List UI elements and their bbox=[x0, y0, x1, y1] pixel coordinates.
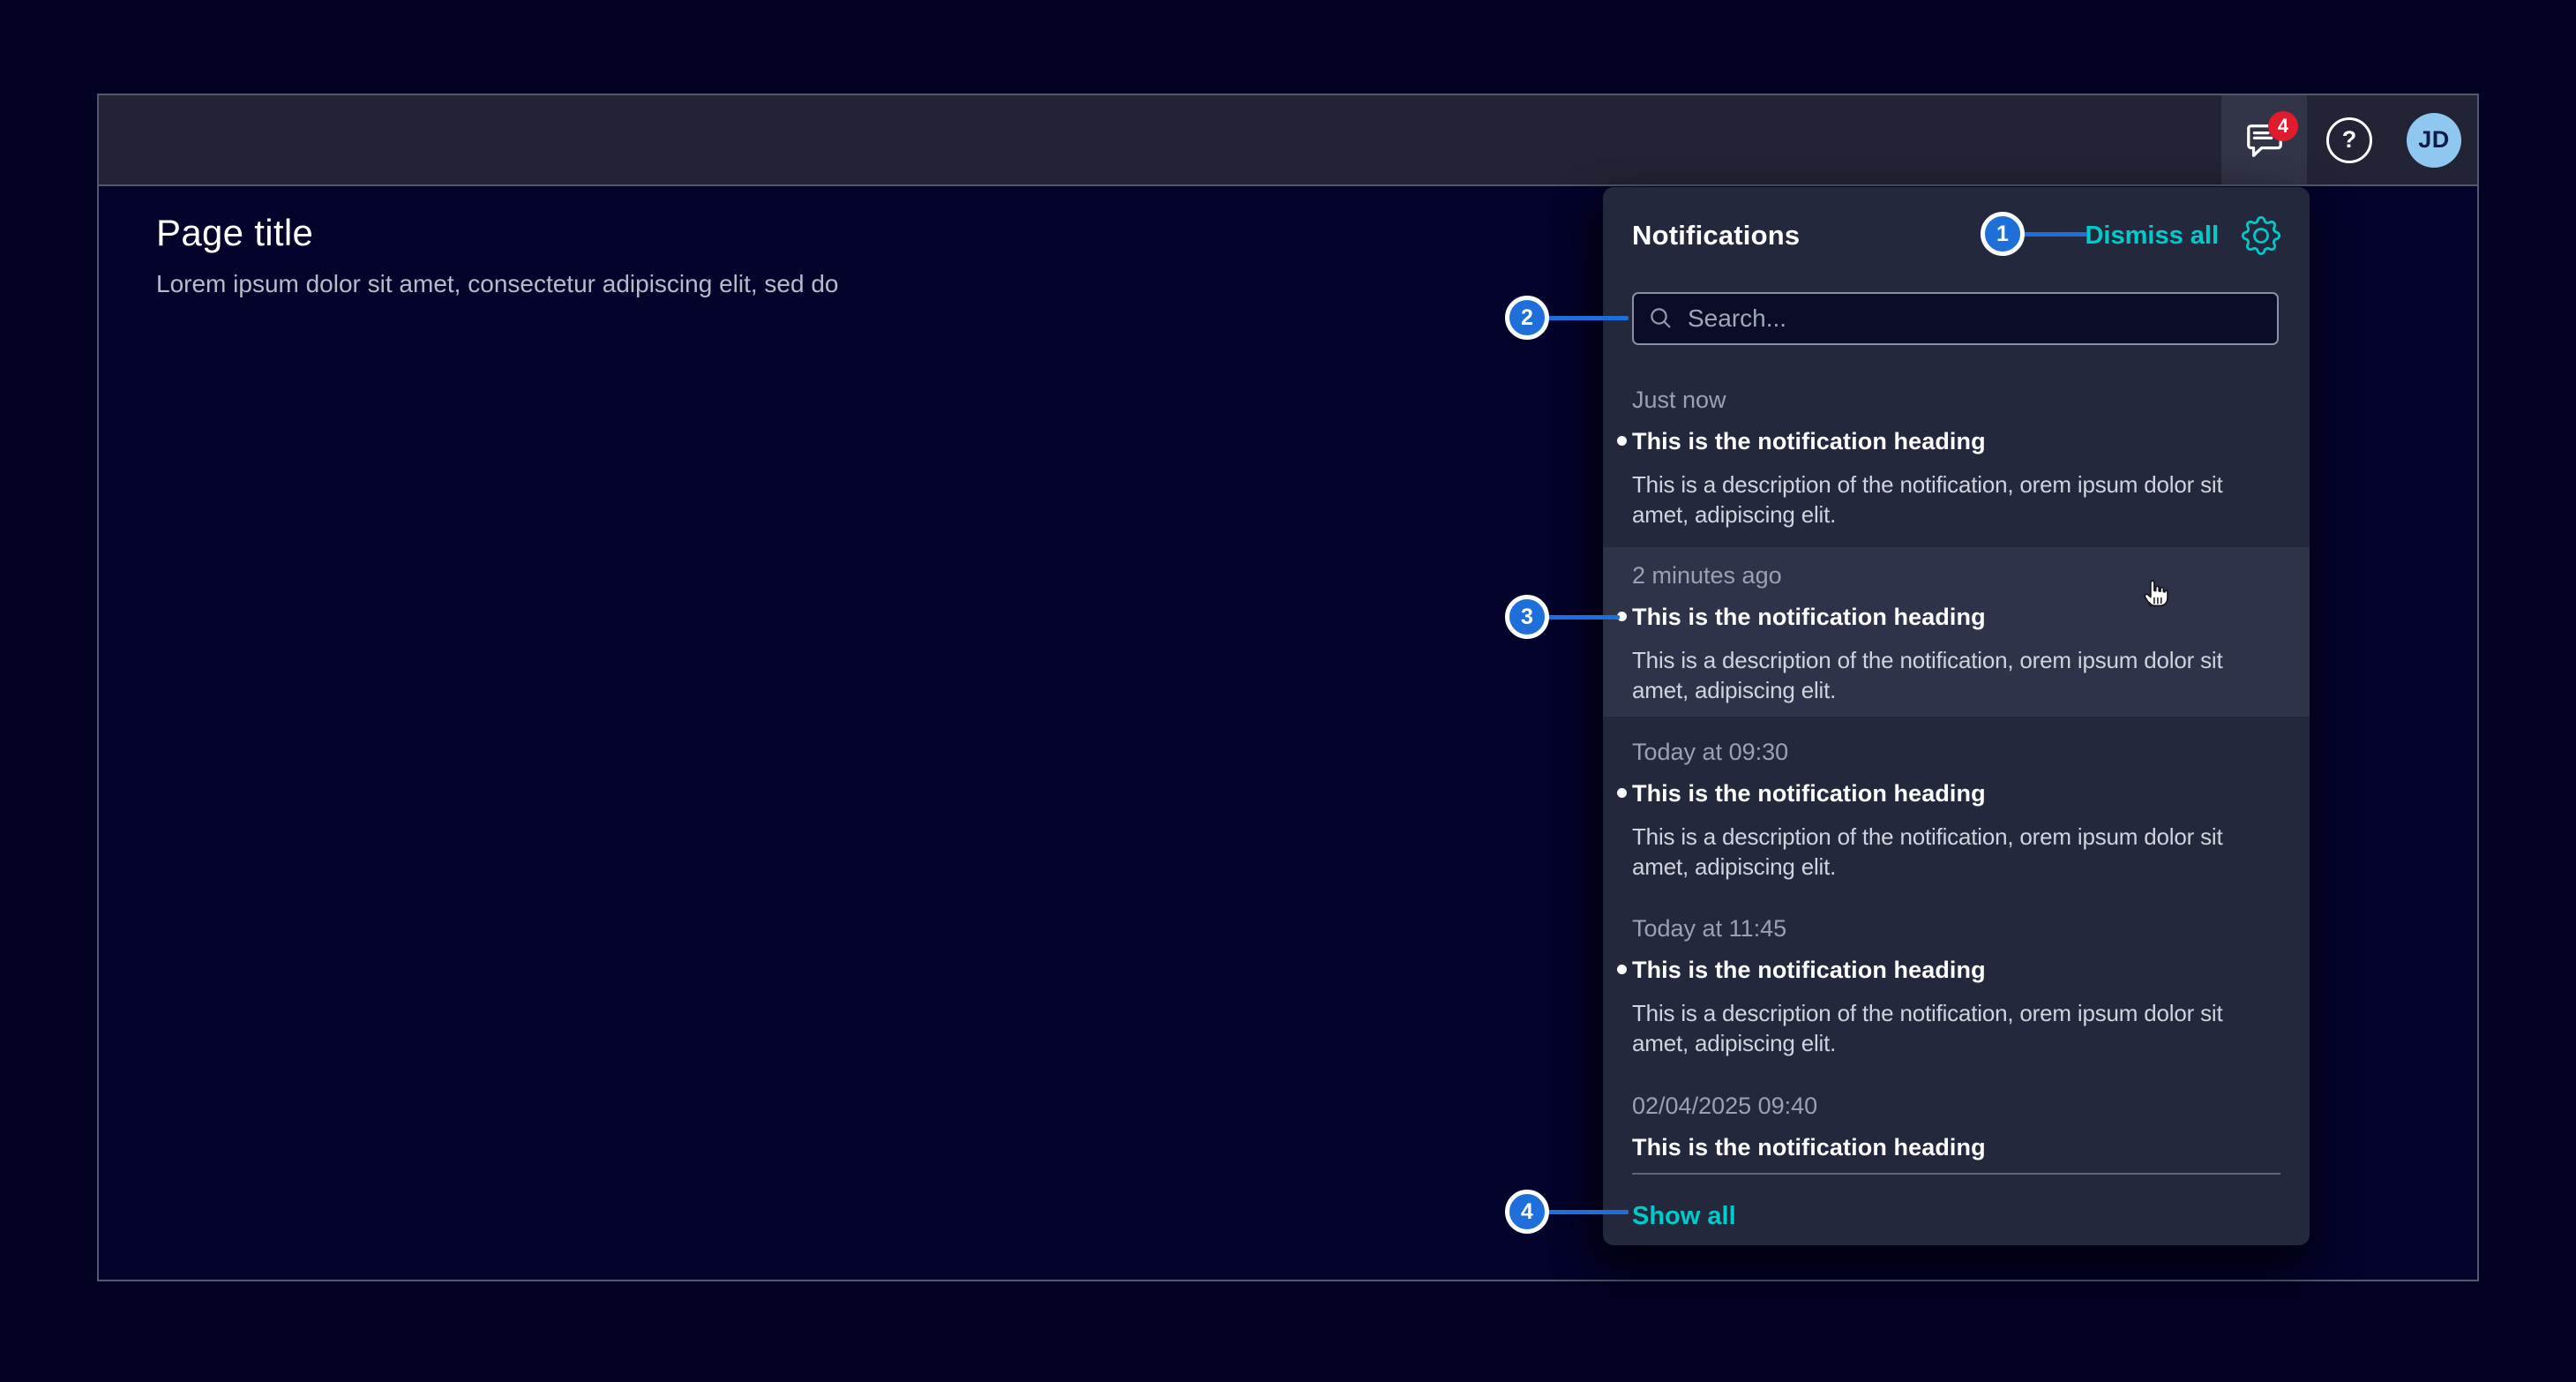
notification-description: This is a description of the notificatio… bbox=[1632, 998, 2280, 1058]
search-input[interactable] bbox=[1686, 304, 2263, 334]
notification-item[interactable]: 02/04/2025 09:40 This is the notificatio… bbox=[1603, 1078, 2310, 1170]
notification-description: This is a description of the notificatio… bbox=[1632, 469, 2280, 530]
hand-cursor bbox=[2137, 574, 2175, 617]
app-header: 4 ? JD bbox=[99, 95, 2477, 186]
callout-4-line bbox=[1547, 1210, 1629, 1214]
dismiss-all-link[interactable]: Dismiss all bbox=[2085, 222, 2219, 251]
search-box bbox=[1632, 292, 2279, 345]
notification-item[interactable]: Today at 11:45 This is the notification … bbox=[1603, 900, 2310, 1058]
unread-dot bbox=[1617, 436, 1627, 446]
notification-heading: This is the notification heading bbox=[1632, 428, 1986, 454]
notification-item[interactable]: Just now This is the notification headin… bbox=[1603, 372, 2310, 530]
help-button[interactable]: ? bbox=[2307, 95, 2392, 184]
unread-dot bbox=[1617, 788, 1627, 798]
panel-header: Notifications Dismiss all bbox=[1632, 215, 2280, 256]
notification-heading: This is the notification heading bbox=[1632, 604, 1986, 630]
notifications-panel: Notifications Dismiss all bbox=[1603, 187, 2310, 1245]
notification-time: 2 minutes ago bbox=[1632, 560, 2280, 591]
callout-2-line bbox=[1547, 316, 1629, 320]
notification-time: Today at 11:45 bbox=[1632, 913, 2280, 944]
notification-time: Just now bbox=[1632, 384, 2280, 416]
notification-item[interactable]: Today at 09:30 This is the notification … bbox=[1603, 724, 2310, 882]
panel-title: Notifications bbox=[1632, 220, 1800, 252]
notification-heading: This is the notification heading bbox=[1632, 780, 1986, 807]
notification-time: 02/04/2025 09:40 bbox=[1632, 1090, 2280, 1122]
callout-4: 4 bbox=[1505, 1190, 1549, 1234]
callout-2: 2 bbox=[1505, 296, 1549, 340]
question-mark-icon: ? bbox=[2326, 117, 2372, 163]
notifications-button[interactable]: 4 bbox=[2221, 95, 2307, 184]
notification-time: Today at 09:30 bbox=[1632, 736, 2280, 768]
callout-1-line bbox=[2023, 232, 2087, 237]
settings-button[interactable] bbox=[2242, 216, 2280, 255]
notification-description: This is a description of the notificatio… bbox=[1632, 645, 2280, 705]
footer-divider bbox=[1632, 1173, 2280, 1175]
show-all-link[interactable]: Show all bbox=[1632, 1198, 1736, 1234]
canvas: 4 ? JD Page title Lorem ipsum dolor sit … bbox=[0, 0, 2576, 1382]
page-subtitle: Lorem ipsum dolor sit amet, consectetur … bbox=[156, 268, 839, 300]
gear-icon bbox=[2242, 216, 2280, 255]
search-icon bbox=[1648, 305, 1674, 332]
page-title: Page title bbox=[156, 210, 313, 256]
callout-3: 3 bbox=[1505, 595, 1549, 639]
notification-description: This is a description of the notificatio… bbox=[1632, 822, 2280, 882]
callout-3-line bbox=[1547, 615, 1620, 620]
notification-item-hovered[interactable]: 2 minutes ago This is the notification h… bbox=[1603, 547, 2310, 717]
panel-header-actions: Dismiss all bbox=[2085, 216, 2280, 255]
notification-count-badge: 4 bbox=[2268, 111, 2298, 141]
unread-dot bbox=[1617, 965, 1627, 974]
user-avatar[interactable]: JD bbox=[2407, 113, 2461, 168]
notification-heading: This is the notification heading bbox=[1632, 957, 1986, 983]
callout-1: 1 bbox=[1981, 212, 2025, 256]
notification-heading: This is the notification heading bbox=[1632, 1134, 1986, 1160]
